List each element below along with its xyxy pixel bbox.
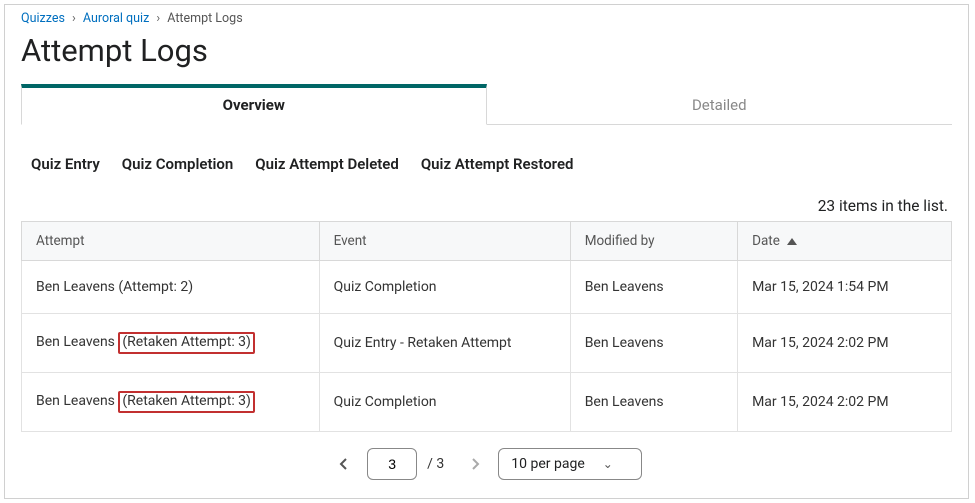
cell-modified-by: Ben Leavens	[570, 372, 737, 431]
cell-modified-by: Ben Leavens	[570, 261, 737, 314]
breadcrumb: Quizzes › Auroral quiz › Attempt Logs	[21, 9, 952, 30]
col-event[interactable]: Event	[319, 222, 570, 261]
cell-date: Mar 15, 2024 1:54 PM	[738, 261, 952, 314]
tab-detailed[interactable]: Detailed	[487, 84, 953, 125]
breadcrumb-sep-icon: ›	[72, 11, 76, 26]
cell-attempt: Ben Leavens (Retaken Attempt: 3)	[22, 314, 320, 373]
attempt-logs-table: Attempt Event Modified by Date Ben Leave…	[21, 221, 952, 432]
chevron-down-icon: ⌄	[603, 457, 613, 471]
filter-bar: Quiz Entry Quiz Completion Quiz Attempt …	[21, 125, 952, 197]
filter-quiz-completion[interactable]: Quiz Completion	[122, 155, 233, 173]
sort-ascending-icon	[787, 238, 797, 245]
cell-attempt: Ben Leavens (Attempt: 2)	[22, 261, 320, 314]
per-page-select[interactable]: 10 per page ⌄	[498, 448, 642, 480]
next-page-button[interactable]	[462, 451, 488, 477]
col-attempt[interactable]: Attempt	[22, 222, 320, 261]
breadcrumb-link-quizzes[interactable]: Quizzes	[21, 11, 65, 26]
breadcrumb-current: Attempt Logs	[167, 11, 242, 26]
items-count: 23 items in the list.	[21, 197, 952, 221]
per-page-label: 10 per page	[511, 456, 584, 472]
cell-modified-by: Ben Leavens	[570, 314, 737, 373]
filter-quiz-attempt-restored[interactable]: Quiz Attempt Restored	[421, 155, 574, 173]
filter-quiz-attempt-deleted[interactable]: Quiz Attempt Deleted	[255, 155, 399, 173]
filter-quiz-entry[interactable]: Quiz Entry	[31, 155, 100, 173]
cell-event: Quiz Completion	[319, 372, 570, 431]
attempt-detail: (Retaken Attempt: 3)	[118, 332, 255, 354]
table-header-row: Attempt Event Modified by Date	[22, 222, 952, 261]
pagination: / 3 10 per page ⌄	[21, 432, 952, 484]
breadcrumb-sep-icon: ›	[156, 11, 160, 26]
tab-overview[interactable]: Overview	[21, 84, 487, 125]
attempt-detail: (Retaken Attempt: 3)	[118, 391, 255, 413]
attempt-name: Ben Leavens	[36, 334, 118, 350]
col-date[interactable]: Date	[738, 222, 952, 261]
cell-event: Quiz Entry - Retaken Attempt	[319, 314, 570, 373]
attempt-detail: (Attempt: 2)	[118, 279, 193, 295]
prev-page-button[interactable]	[331, 451, 357, 477]
chevron-right-icon	[470, 457, 480, 471]
col-date-label: Date	[752, 233, 780, 249]
breadcrumb-link-quiz[interactable]: Auroral quiz	[83, 11, 149, 26]
attempt-name: Ben Leavens	[36, 393, 118, 409]
cell-date: Mar 15, 2024 2:02 PM	[738, 372, 952, 431]
table-row: Ben Leavens (Retaken Attempt: 3)Quiz Com…	[22, 372, 952, 431]
tab-bar: Overview Detailed	[21, 83, 952, 125]
chevron-left-icon	[339, 457, 349, 471]
cell-attempt: Ben Leavens (Retaken Attempt: 3)	[22, 372, 320, 431]
page-title: Attempt Logs	[21, 32, 952, 69]
col-modified-by[interactable]: Modified by	[570, 222, 737, 261]
cell-date: Mar 15, 2024 2:02 PM	[738, 314, 952, 373]
table-row: Ben Leavens (Attempt: 2)Quiz CompletionB…	[22, 261, 952, 314]
page-number-input[interactable]	[367, 448, 417, 480]
cell-event: Quiz Completion	[319, 261, 570, 314]
attempt-name: Ben Leavens	[36, 279, 118, 295]
page-total: / 3	[427, 456, 444, 472]
page-frame: Quizzes › Auroral quiz › Attempt Logs At…	[4, 4, 969, 499]
table-row: Ben Leavens (Retaken Attempt: 3)Quiz Ent…	[22, 314, 952, 373]
